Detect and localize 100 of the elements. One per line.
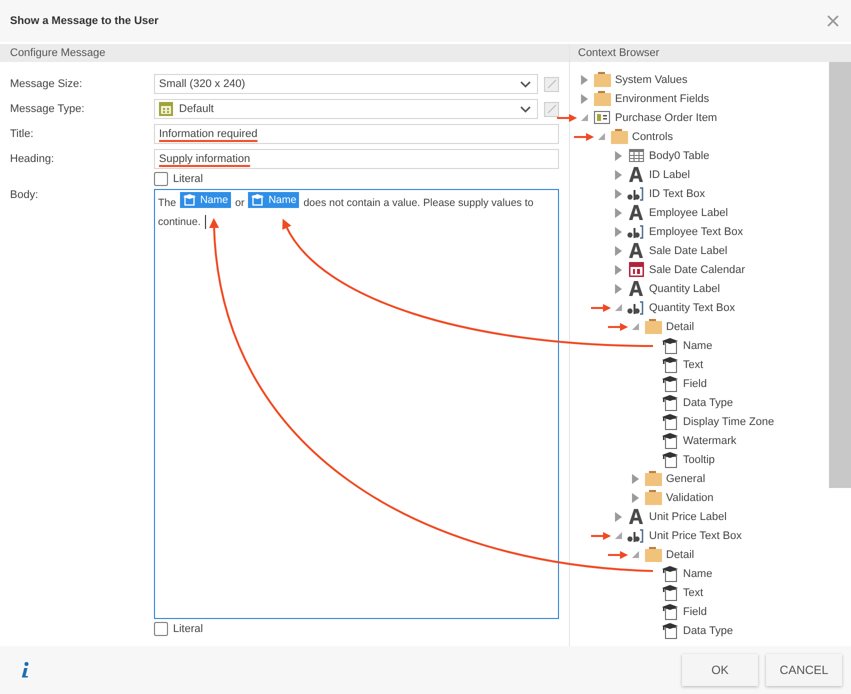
tree-item[interactable]: Text [683,358,704,370]
expression-button[interactable] [544,76,559,92]
property-icon [662,622,678,638]
cancel-button[interactable]: CANCEL [766,654,842,686]
text-box-icon [627,186,645,200]
tree-item[interactable]: Unit Price Label [649,510,727,522]
folder-icon [644,547,662,562]
expand-toggle-icon[interactable] [580,74,588,84]
expand-toggle-icon[interactable] [614,284,622,294]
dialog-title: Show a Message to the User [10,15,159,27]
info-icon[interactable] [21,662,29,678]
tree-item[interactable]: Field [683,606,707,618]
tree-item[interactable]: Quantity Text Box [649,302,736,314]
tree-item[interactable]: Text [683,586,704,598]
property-icon [183,194,196,206]
record-icon [594,111,610,124]
text-box-icon [627,528,645,542]
table-icon [628,149,644,162]
expand-toggle-icon[interactable] [614,170,622,180]
tree-item[interactable]: Controls [632,130,673,142]
property-icon [662,566,678,582]
tree-item[interactable]: Validation [666,492,714,504]
tree-item[interactable]: Detail [666,548,694,560]
property-icon [662,604,678,620]
expand-toggle-icon[interactable] [614,188,622,198]
close-icon[interactable] [827,15,839,27]
checkbox[interactable] [154,622,168,636]
tree-item[interactable]: Environment Fields [615,92,710,104]
message-type-icon [159,102,173,116]
folder-icon [610,129,628,144]
checkbox[interactable] [154,172,168,186]
field-label: Message Type: [10,103,86,115]
expand-toggle-icon[interactable] [614,512,622,522]
collapse-toggle-icon[interactable] [632,551,638,558]
tree-item[interactable]: Watermark [683,434,736,446]
ok-button[interactable]: OK [682,654,758,686]
tree-item[interactable]: Field [683,378,707,390]
tree-item[interactable]: ID Label [649,168,690,180]
expand-toggle-icon[interactable] [632,492,638,502]
tree-item[interactable]: System Values [615,74,688,86]
collapse-toggle-icon[interactable] [614,304,622,311]
label-icon [629,509,643,524]
label-icon [629,281,643,296]
folder-icon [644,490,662,505]
body-text: continue. [158,215,201,230]
text-field[interactable]: Information required [154,124,559,144]
chevron-down-icon [520,80,531,88]
scrollbar-thumb[interactable] [829,62,851,488]
text-box-icon [627,224,645,238]
expand-toggle-icon[interactable] [632,474,638,484]
checkbox-label: Literal [173,623,203,635]
checkbox-label: Literal [173,173,203,185]
expand-toggle-icon[interactable] [614,246,622,256]
tree-item[interactable]: Employee Label [649,206,728,218]
expand-toggle-icon[interactable] [580,94,588,104]
body-text: or [235,196,244,211]
field-label: Heading: [10,153,56,165]
property-icon [662,414,678,430]
property-icon [662,376,678,392]
property-icon [662,394,678,410]
tree-item[interactable]: Sale Date Calendar [649,264,746,276]
tree-item[interactable]: Detail [666,320,694,332]
folder-icon [594,72,610,87]
text-box-icon [627,300,645,314]
tree-item[interactable]: Name [683,340,712,352]
property-icon [662,432,678,448]
tree-item[interactable]: Purchase Order Item [615,112,718,124]
tree-item[interactable]: Name [683,568,712,580]
tree-item[interactable]: Tooltip [683,454,715,466]
field-label: Body: [10,189,40,201]
dropdown-field[interactable]: Default [154,99,538,119]
body-text: does not contain a value. Please supply values to [303,196,534,211]
tree-item[interactable]: ID Text Box [649,188,706,200]
property-icon [662,338,678,354]
expand-toggle-icon[interactable] [614,264,622,274]
expand-toggle-icon[interactable] [614,150,622,160]
collapse-toggle-icon[interactable] [632,323,638,330]
folder-icon [644,471,662,486]
tree-item[interactable]: Body0 Table [649,150,710,162]
property-icon [662,356,678,372]
tree-item[interactable]: Display Time Zone [683,416,774,428]
chevron-down-icon [520,106,531,112]
expand-toggle-icon[interactable] [614,208,622,218]
tree-item[interactable]: General [666,472,706,484]
collapse-toggle-icon[interactable] [580,114,588,121]
tree-item[interactable]: Data Type [683,624,733,636]
expand-toggle-icon[interactable] [614,226,622,236]
dropdown-field[interactable]: Small (320 x 240) [154,74,538,94]
text-field[interactable]: Supply information [154,149,559,169]
collapse-toggle-icon[interactable] [614,532,622,539]
tree-item[interactable]: Unit Price Text Box [649,530,742,542]
tree-item[interactable]: Quantity Label [649,282,720,294]
tree-item[interactable]: Sale Date Label [649,244,728,256]
section-title: Configure Message [10,47,106,59]
collapse-toggle-icon[interactable] [598,133,604,140]
tree-item[interactable]: Employee Text Box [649,226,743,238]
property-icon [662,452,678,468]
expression-button[interactable] [544,102,559,116]
section-title: Context Browser [578,47,660,59]
tree-item[interactable]: Data Type [683,396,733,408]
